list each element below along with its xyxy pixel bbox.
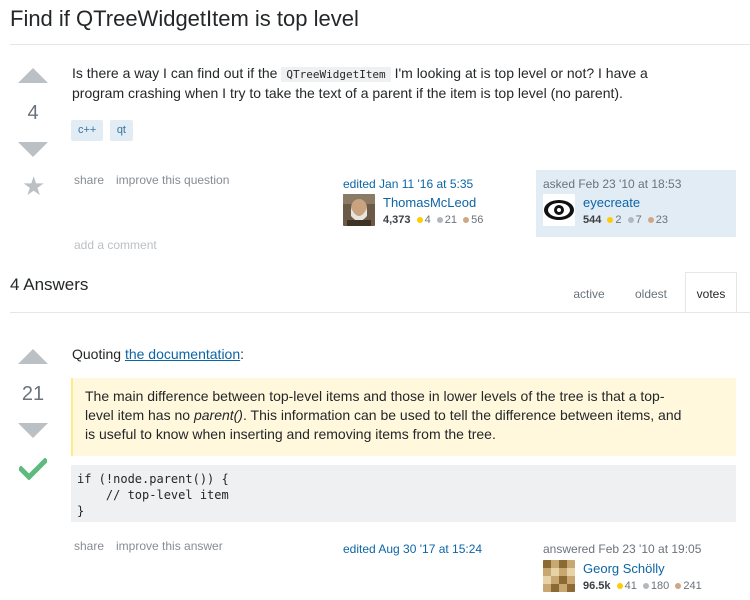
editor-avatar-image — [343, 194, 375, 226]
editor-user-link[interactable]: ThomasMcLeod — [383, 195, 476, 210]
question-upvote-icon[interactable] — [18, 68, 48, 83]
share-answer-link[interactable]: share — [74, 539, 104, 553]
editor-reputation: 4,373 4 21 56 — [383, 214, 484, 226]
code-line: // top-level item — [77, 488, 229, 502]
silver-badge-icon — [642, 582, 649, 589]
tab-active[interactable]: active — [560, 287, 618, 301]
answerer-avatar[interactable] — [543, 560, 575, 592]
asker-reputation: 544 2 7 23 — [583, 214, 669, 226]
gold-badge-icon — [616, 582, 623, 589]
question-body-line2: program crashing when I try to take the … — [72, 85, 623, 101]
tag-qt[interactable]: qt — [109, 120, 133, 141]
question-body-line1: Is there a way I can find out if the QTr… — [72, 65, 648, 82]
tabs-divider — [10, 312, 750, 313]
gold-badge-icon — [607, 216, 614, 223]
tab-votes[interactable]: votes — [685, 287, 737, 301]
answer-downvote-icon[interactable] — [18, 423, 48, 438]
question-edited-link[interactable]: edited Jan 11 '16 at 5:35 — [343, 177, 473, 191]
asker-avatar-image — [543, 194, 575, 226]
asker-avatar[interactable] — [543, 194, 575, 226]
documentation-quote: The main difference between top-level it… — [71, 378, 736, 456]
editor-rep-score: 4,373 — [383, 214, 411, 226]
documentation-link[interactable]: the documentation — [125, 346, 240, 362]
silver-badge-icon — [436, 216, 443, 223]
parent-method-emphasis: parent() — [193, 407, 243, 423]
title-divider — [10, 44, 750, 45]
add-comment-link[interactable]: add a comment — [74, 238, 157, 252]
code-line: if (!node.parent()) { — [77, 472, 229, 486]
share-question-link[interactable]: share — [74, 173, 104, 187]
question-vote-count: 4 — [27, 102, 39, 124]
tag-cpp[interactable]: c++ — [71, 120, 104, 141]
question-downvote-icon[interactable] — [18, 142, 48, 157]
editor-avatar[interactable] — [343, 194, 375, 226]
accepted-checkmark-icon — [19, 458, 47, 480]
tab-oldest[interactable]: oldest — [622, 287, 680, 301]
answerer-rep-score: 96.5k — [583, 580, 611, 592]
answerer-reputation: 96.5k 41 180 241 — [583, 580, 702, 592]
question-title[interactable]: Find if QTreeWidgetItem is top level — [10, 6, 359, 32]
favorite-star-icon[interactable]: ★ — [22, 173, 45, 199]
gold-badge-icon — [416, 216, 423, 223]
code-block: if (!node.parent()) { // top-level item} — [71, 465, 736, 522]
answers-count-header: 4 Answers — [10, 275, 89, 294]
silver-badge-icon — [627, 216, 634, 223]
asker-rep-score: 544 — [583, 214, 602, 226]
code-line: } — [77, 504, 85, 518]
answerer-user-link[interactable]: Georg Schölly — [583, 561, 665, 576]
question-body: Is there a way I can find out if the QTr… — [72, 64, 737, 103]
bronze-badge-icon — [647, 216, 654, 223]
tag-list: c++ qt — [71, 120, 133, 141]
question-asked-time: asked Feb 23 '10 at 18:53 — [543, 177, 682, 191]
answer-upvote-icon[interactable] — [18, 349, 48, 364]
answer-edited-link[interactable]: edited Aug 30 '17 at 15:24 — [343, 542, 482, 556]
improve-answer-link[interactable]: improve this answer — [116, 539, 223, 553]
improve-question-link[interactable]: improve this question — [116, 173, 229, 187]
answer-answered-time: answered Feb 23 '10 at 19:05 — [543, 542, 702, 556]
answer-vote-count: 21 — [21, 383, 45, 405]
asker-user-link[interactable]: eyecreate — [583, 195, 640, 210]
answerer-identicon — [543, 560, 575, 592]
bronze-badge-icon — [463, 216, 470, 223]
inline-code: QTreeWidgetItem — [281, 67, 391, 82]
answer-intro: Quoting the documentation: — [72, 346, 245, 362]
bronze-badge-icon — [675, 582, 682, 589]
